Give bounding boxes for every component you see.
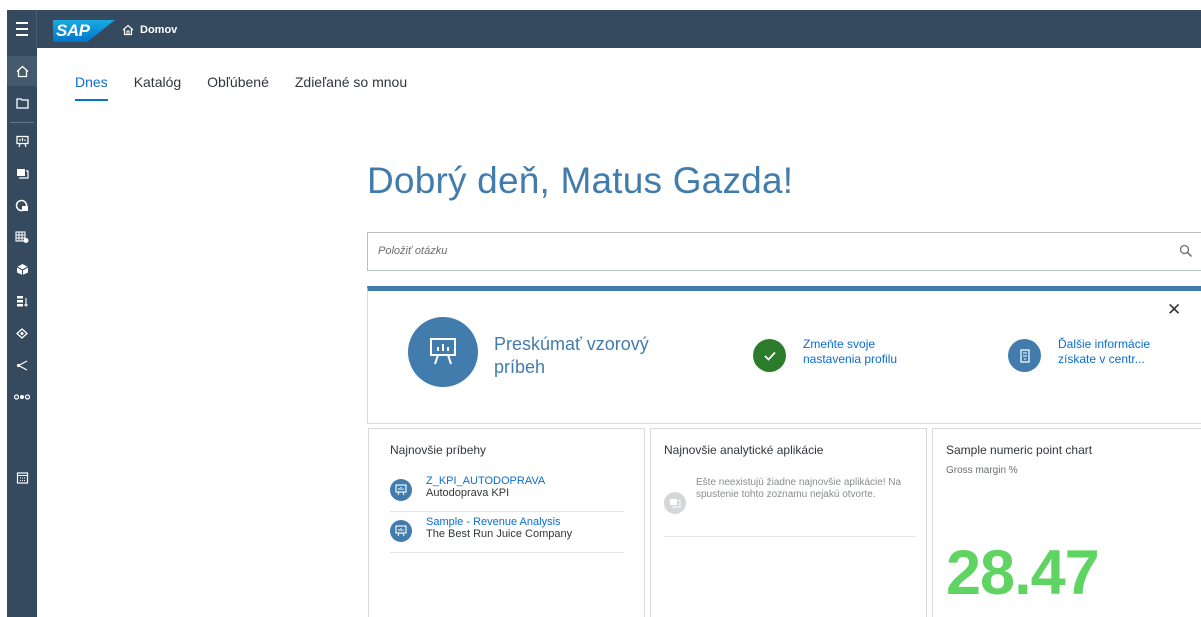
sort-icon [16, 295, 28, 307]
profile-settings-button[interactable] [753, 339, 786, 372]
dashboard-icon [15, 199, 28, 211]
model-cube-icon [16, 263, 28, 275]
checkmark-icon [763, 351, 776, 361]
search-input[interactable]: Položiť otázku [367, 232, 1201, 271]
help-book-icon [1019, 348, 1030, 363]
nav-datasets[interactable] [7, 222, 37, 252]
tab-today[interactable]: Dnes [75, 73, 108, 105]
search-icon[interactable] [1179, 244, 1193, 258]
search-placeholder: Položiť otázku [378, 245, 448, 257]
tab-shared-with-me[interactable]: Zdieľané so mnou [295, 73, 407, 105]
nav-modeler[interactable] [7, 254, 37, 284]
recent-stories-tile: Najnovšie príbehy Z_KPI_AUTODOPRAVA Auto… [368, 428, 645, 617]
list-item[interactable]: Z_KPI_AUTODOPRAVA Autodoprava KPI [390, 472, 624, 512]
numeric-point-tile[interactable]: Sample numeric point chart Gross margin … [932, 428, 1201, 617]
sap-logo[interactable]: SAP [53, 20, 115, 42]
share-icon [16, 359, 27, 371]
hamburger-icon [15, 20, 28, 38]
tile-title: Najnovšie analytické aplikácie [664, 443, 824, 457]
analytic-app-icon [664, 492, 686, 514]
analytic-app-icon [16, 168, 29, 179]
page-title: Dobrý deň, Matus Gazda! [367, 160, 794, 201]
home-breadcrumb[interactable]: Domov [122, 21, 177, 39]
home-icon [16, 65, 28, 77]
explore-story-button[interactable] [408, 317, 478, 387]
workflow-icon [14, 394, 30, 400]
divider [664, 536, 916, 537]
home-label: Domov [140, 24, 178, 36]
explore-story-link[interactable]: Preskúmať vzorový príbeh [494, 333, 664, 379]
tab-favorites[interactable]: Obľúbené [207, 73, 269, 105]
tile-title: Sample numeric point chart [946, 443, 1093, 457]
profile-settings-link[interactable]: Zmeňte svoje nastavenia profilu [803, 337, 913, 367]
kpi-subtitle: Gross margin % [946, 465, 1018, 476]
welcome-panel: ✕ Preskúmať vzorový príbeh Zmeňte svoje … [367, 286, 1201, 424]
home-tabs: Dnes Katalóg Obľúbené Zdieľané so mnou [75, 73, 433, 105]
empty-state-text: Ešte neexistujú žiadne najnovšie aplikác… [696, 477, 902, 500]
calendar-icon [16, 471, 28, 484]
window-edge [0, 0, 7, 617]
help-center-button[interactable] [1008, 339, 1041, 372]
connection-icon [16, 327, 28, 339]
list-item[interactable]: Sample - Revenue Analysis The Best Run J… [390, 513, 624, 553]
shell-header: SAP Domov [7, 10, 1201, 48]
story-subtitle: The Best Run Juice Company [426, 528, 573, 540]
recent-apps-tile: Najnovšie analytické aplikácie Ešte neex… [650, 428, 927, 617]
presentation-icon [430, 338, 456, 365]
home-icon [122, 24, 134, 36]
nav-data-actions[interactable] [7, 286, 37, 316]
presentation-icon [15, 135, 29, 147]
nav-connections[interactable] [7, 318, 37, 348]
nav-separator [10, 122, 34, 123]
nav-share[interactable] [7, 350, 37, 380]
tab-catalog[interactable]: Katalóg [134, 73, 181, 105]
help-center-link[interactable]: Ďalšie informácie získate v centr... [1058, 337, 1178, 367]
nav-analytic-apps[interactable] [7, 158, 37, 188]
nav-files[interactable] [7, 88, 37, 118]
tile-title: Najnovšie príbehy [390, 443, 487, 457]
story-title: Z_KPI_AUTODOPRAVA [426, 475, 546, 487]
side-navigation [7, 48, 37, 617]
menu-button[interactable] [7, 10, 37, 48]
nav-workflow[interactable] [7, 382, 37, 412]
nav-calendar[interactable] [7, 462, 37, 492]
nav-digital-boardroom[interactable] [7, 190, 37, 220]
nav-home[interactable] [7, 56, 37, 86]
story-subtitle: Autodoprava KPI [426, 487, 510, 499]
kpi-value: 28.47 [946, 538, 1100, 608]
data-table-icon [15, 230, 29, 243]
story-title: Sample - Revenue Analysis [426, 516, 561, 528]
folder-icon [15, 98, 29, 109]
close-icon[interactable]: ✕ [1167, 300, 1181, 320]
story-icon [390, 479, 412, 501]
nav-stories[interactable] [7, 126, 37, 156]
story-icon [390, 520, 412, 542]
